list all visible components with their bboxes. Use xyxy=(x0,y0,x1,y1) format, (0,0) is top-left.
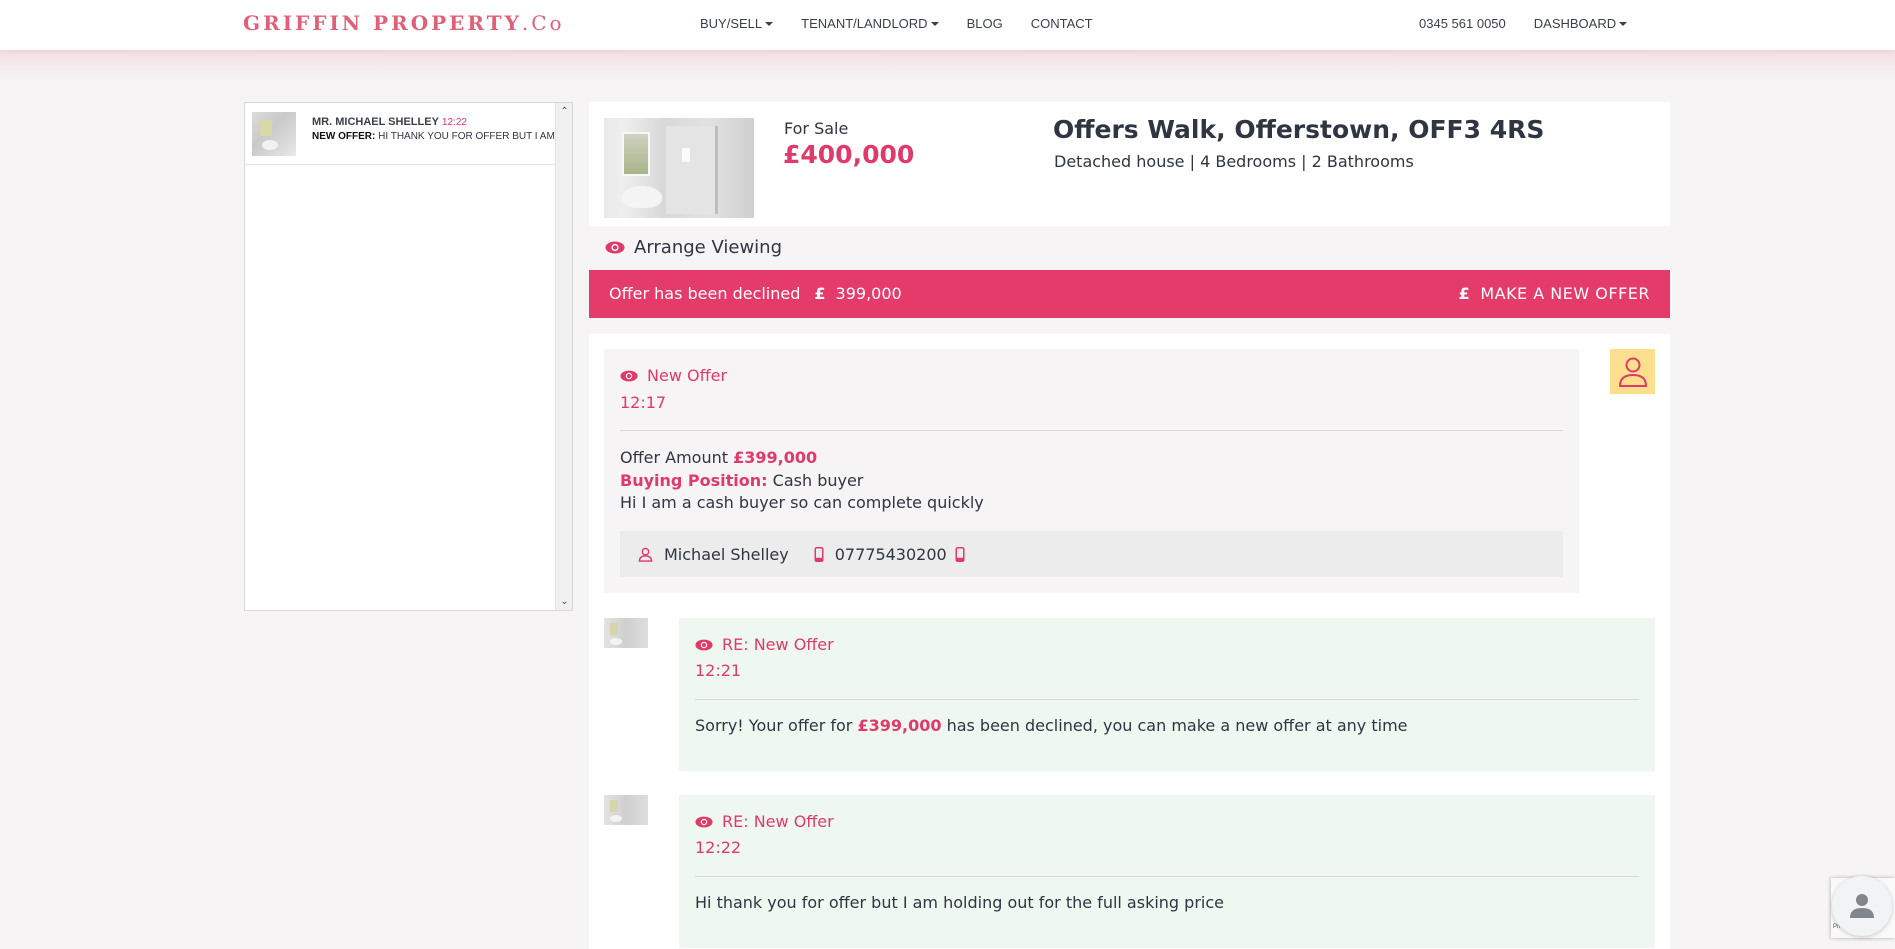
reply-time: 12:22 xyxy=(695,838,742,857)
offer-message-text: Hi I am a cash buyer so can complete qui… xyxy=(620,493,984,512)
top-navbar: GRIFFIN PROPERTY.Co BUY/SELL TENANT/LAND… xyxy=(0,0,1895,50)
main-nav: BUY/SELL TENANT/LANDLORD BLOG CONTACT xyxy=(700,16,1121,31)
user-avatar xyxy=(1610,349,1655,394)
offer-declined-label: Offer has been declined xyxy=(609,284,801,303)
eye-icon xyxy=(605,241,625,254)
mobile-phone-icon xyxy=(955,546,965,562)
person-icon xyxy=(1850,894,1874,918)
divider xyxy=(695,699,1639,700)
nav-phone[interactable]: 0345 561 0050 xyxy=(1419,16,1506,31)
reply-message-title: RE: New Offer xyxy=(695,635,834,654)
buying-position-label: Buying Position: xyxy=(620,471,768,490)
reply-amount: £399,000 xyxy=(857,716,942,735)
contact-name: Michael Shelley xyxy=(664,544,789,564)
pound-icon: £ xyxy=(1458,284,1471,303)
caret-down-icon xyxy=(930,21,939,26)
property-address[interactable]: Offers Walk, Offerstown, OFF3 4RS xyxy=(1053,115,1544,144)
reply-message-title: RE: New Offer xyxy=(695,812,834,831)
eye-icon xyxy=(695,816,713,827)
offer-amount-line: Offer Amount £399,000 xyxy=(620,448,817,467)
offer-message-title-text: New Offer xyxy=(647,366,728,385)
make-new-offer-label: MAKE A NEW OFFER xyxy=(1480,284,1650,303)
reply-title-text: RE: New Offer xyxy=(722,812,834,831)
nav-contact-label: CONTACT xyxy=(1030,16,1093,31)
buying-position-value: Cash buyer xyxy=(772,471,864,490)
conversation-snippet-text: HI THANK YOU FOR OFFER BUT I AM HOLDING … xyxy=(378,131,556,142)
conversation-snippet-label: NEW OFFER: xyxy=(312,131,376,142)
nav-blog[interactable]: BLOG xyxy=(967,16,1003,31)
caret-down-icon xyxy=(765,21,774,26)
conversation-item[interactable]: MR. MICHAEL SHELLEY 12:22 NEW OFFER: HI T… xyxy=(245,103,556,165)
property-status: For Sale xyxy=(784,119,849,138)
conversation-thumbnail xyxy=(252,112,296,156)
recaptcha-avatar[interactable] xyxy=(1832,876,1892,936)
header-gradient xyxy=(0,50,1895,80)
offer-amount-value: £399,000 xyxy=(733,448,818,467)
conversation-list: MR. MICHAEL SHELLEY 12:22 NEW OFFER: HI T… xyxy=(244,102,573,611)
nav-dashboard[interactable]: DASHBOARD xyxy=(1533,16,1628,31)
nav-dashboard-label: DASHBOARD xyxy=(1533,16,1617,31)
nav-right: 0345 561 0050 DASHBOARD xyxy=(1419,16,1655,31)
nav-tenant-landlord[interactable]: TENANT/LANDLORD xyxy=(801,16,939,31)
divider xyxy=(620,430,1563,431)
reply-title-text: RE: New Offer xyxy=(722,635,834,654)
offer-amount-label: Offer Amount xyxy=(620,448,728,467)
brand-suffix: .Co xyxy=(521,11,565,35)
message-thread: New Offer 12:17 Offer Amount £399,000 Bu… xyxy=(589,334,1670,949)
conversation-sender: MR. MICHAEL SHELLEY 12:22 xyxy=(312,116,467,128)
conversation-snippet: NEW OFFER: HI THANK YOU FOR OFFER BUT I … xyxy=(312,131,556,142)
conversation-sender-name: MR. MICHAEL SHELLEY xyxy=(312,116,439,128)
property-price: £400,000 xyxy=(783,140,915,169)
contact-info-bar: Michael Shelley 07775430200 xyxy=(620,531,1563,577)
nav-buy-sell-label: BUY/SELL xyxy=(700,16,763,31)
offer-status-banner: Offer has been declined £399,000 £ MAKE A … xyxy=(589,270,1670,318)
arrange-viewing-label: Arrange Viewing xyxy=(634,237,783,258)
property-details: Detached house | 4 Bedrooms | 2 Bathroom… xyxy=(1054,152,1414,171)
reply-thumbnail xyxy=(604,618,648,648)
mobile-phone-icon xyxy=(814,546,824,562)
offer-message-title: New Offer xyxy=(620,366,727,385)
conversation-time: 12:22 xyxy=(441,117,467,128)
reply-text: Sorry! Your offer for £399,000 has been … xyxy=(695,716,1408,735)
offer-message-time: 12:17 xyxy=(620,393,667,412)
person-icon xyxy=(1618,357,1647,387)
reply-time: 12:21 xyxy=(695,661,742,680)
reply-text-before: Sorry! Your offer for xyxy=(695,716,853,735)
reply-message-card: RE: New Offer 12:21 Sorry! Your offer fo… xyxy=(679,618,1655,771)
pound-icon: £ xyxy=(814,284,826,303)
eye-icon xyxy=(620,370,638,381)
property-summary-card: For Sale £400,000 Offers Walk, Offerstow… xyxy=(589,102,1670,226)
buying-position-line: Buying Position: Cash buyer xyxy=(620,471,863,490)
contact-phone[interactable]: 07775430200 xyxy=(835,545,947,564)
nav-contact[interactable]: CONTACT xyxy=(1031,16,1093,31)
declined-amount: 399,000 xyxy=(835,284,902,303)
scroll-down-icon[interactable]: ⌄ xyxy=(556,593,573,610)
scroll-up-icon[interactable]: ⌃ xyxy=(556,103,573,120)
nav-blog-label: BLOG xyxy=(966,16,1003,31)
divider xyxy=(695,876,1639,877)
caret-down-icon xyxy=(1619,21,1628,26)
nav-tenant-landlord-label: TENANT/LANDLORD xyxy=(801,16,928,31)
reply-text: Hi thank you for offer but I am holding … xyxy=(695,893,1224,912)
brand-logo[interactable]: GRIFFIN PROPERTY.Co xyxy=(243,11,565,35)
property-photo[interactable] xyxy=(604,118,754,218)
reply-thumbnail xyxy=(604,795,648,825)
person-icon xyxy=(638,547,653,562)
reply-message-card: RE: New Offer 12:22 Hi thank you for off… xyxy=(679,795,1655,948)
make-new-offer-button[interactable]: £ MAKE A NEW OFFER xyxy=(1459,284,1650,303)
nav-phone-label: 0345 561 0050 xyxy=(1419,16,1506,31)
reply-text-after: has been declined, you can make a new of… xyxy=(946,716,1408,735)
offer-message-card: New Offer 12:17 Offer Amount £399,000 Bu… xyxy=(604,349,1579,593)
brand-name: GRIFFIN PROPERTY xyxy=(243,11,522,35)
offer-declined-text: Offer has been declined £399,000 xyxy=(609,284,902,303)
conversation-scrollbar[interactable]: ⌃ ⌄ xyxy=(555,103,572,610)
eye-icon xyxy=(695,639,713,650)
nav-buy-sell[interactable]: BUY/SELL xyxy=(700,16,774,31)
arrange-viewing-link[interactable]: Arrange Viewing xyxy=(605,237,782,258)
